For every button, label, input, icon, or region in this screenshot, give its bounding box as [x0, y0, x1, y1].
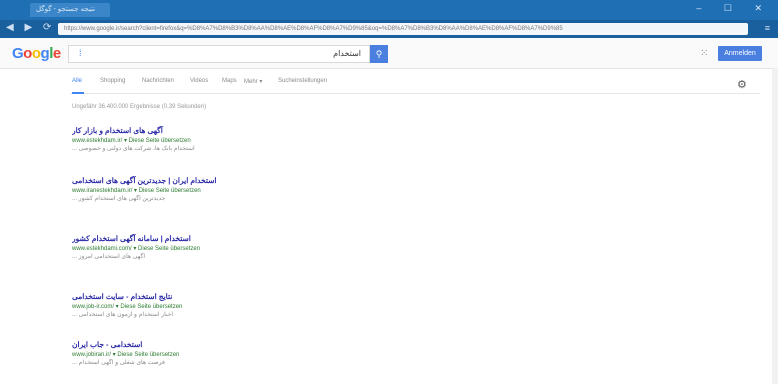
result-snippet: جدیدترین آگهی های استخدام کشور ... [72, 196, 166, 202]
tab-alle[interactable]: Alle [72, 78, 82, 84]
logo-letter: e [52, 45, 61, 62]
nav-buttons[interactable]: ◀ ▶ ⟳ [6, 22, 55, 33]
scrollbar[interactable] [772, 68, 778, 384]
menu-icon[interactable]: ≡ [765, 23, 770, 33]
tab-shopping[interactable]: Shopping [100, 78, 125, 84]
logo-letter: g [40, 45, 50, 62]
tab-title: نتیجه جستجو - گوگل [36, 6, 96, 13]
window-controls[interactable]: ‒ ☐ ✕ [696, 3, 772, 14]
result-snippet: آگهی های استخدامی امروز ... [72, 254, 146, 260]
result-snippet: استخدام بانک ها، شرکت های دولتی و خصوصی … [72, 146, 195, 152]
google-logo[interactable]: Google [12, 45, 61, 62]
address-bar[interactable]: https://www.google.ir/search?client=fire… [58, 23, 748, 35]
address-text: https://www.google.ir/search?client=fire… [64, 26, 563, 32]
active-tab-indicator [72, 92, 84, 94]
apps-grid-icon[interactable]: ⁙ [700, 48, 708, 59]
signin-button[interactable]: Anmelden [718, 46, 762, 61]
result-url[interactable]: www.jobiran.ir/ ▾ Diese Seite übersetzen [72, 351, 412, 358]
browser-toolbar: ◀ ▶ ⟳ https://www.google.ir/search?clien… [0, 20, 778, 38]
result-url[interactable]: www.job-ir.com/ ▾ Diese Seite übersetzen [72, 303, 412, 310]
search-query: استخدام [333, 49, 361, 58]
result-snippet: فرصت های شغلی و آگهی استخدام ... [72, 360, 165, 366]
result-title[interactable]: نتایج استخدام - سایت استخدامی [72, 292, 412, 301]
tab-mehr[interactable]: Mehr ▾ [244, 78, 262, 85]
result-snippet: اخبار استخدام و آزمون های استخدامی ... [72, 312, 174, 318]
result-stats: Ungefähr 36.400.000 Ergebnisse (0,39 Sek… [72, 104, 207, 110]
tab-maps[interactable]: Maps [222, 78, 237, 84]
result-url[interactable]: www.estekhdami.com/ ▾ Diese Seite überse… [72, 245, 412, 252]
result-title[interactable]: آگهی های استخدام و بازار کار [72, 126, 412, 135]
google-header: Google ⁞ استخدام ⚲ ⁙ Anmelden [0, 38, 778, 69]
browser-tab[interactable]: نتیجه جستجو - گوگل [30, 3, 110, 17]
tab-nachrichten[interactable]: Nachrichten [142, 78, 174, 84]
tabs-divider [70, 93, 760, 94]
logo-letter: o [31, 45, 41, 62]
search-input[interactable]: ⁞ استخدام [68, 45, 370, 63]
tab-sucheinstellungen[interactable]: Sucheinstellungen [278, 78, 327, 84]
title-bar: نتیجه جستجو - گوگل ‒ ☐ ✕ [0, 0, 778, 20]
search-button[interactable]: ⚲ [370, 45, 388, 63]
search-result: استخدام ایران | جدیدترین آگهی های استخدا… [72, 176, 412, 202]
result-title[interactable]: استخدامی - جاب ایران [72, 340, 412, 349]
logo-letter: G [12, 45, 24, 62]
result-title[interactable]: استخدام ایران | جدیدترین آگهی های استخدا… [72, 176, 412, 185]
search-result: استخدام | سامانه آگهی استخدام کشور www.es… [72, 234, 412, 260]
logo-letter: o [23, 45, 32, 62]
search-result: نتایج استخدام - سایت استخدامی www.job-ir.… [72, 292, 412, 318]
mic-icon[interactable]: ⁞ [79, 48, 82, 58]
result-title[interactable]: استخدام | سامانه آگهی استخدام کشور [72, 234, 412, 243]
search-result: آگهی های استخدام و بازار کار www.estekhda… [72, 126, 412, 152]
result-url[interactable]: www.iranestekhdam.ir/ ▾ Diese Seite über… [72, 187, 412, 194]
tab-videos[interactable]: Videos [190, 78, 208, 84]
browser-window: نتیجه جستجو - گوگل ‒ ☐ ✕ ◀ ▶ ⟳ https://w… [0, 0, 778, 384]
result-url[interactable]: www.estekhdam.ir/ ▾ Diese Seite übersetz… [72, 137, 412, 144]
search-result: استخدامی - جاب ایران www.jobiran.ir/ ▾ Di… [72, 340, 412, 366]
gear-icon[interactable]: ⚙ [737, 78, 747, 91]
